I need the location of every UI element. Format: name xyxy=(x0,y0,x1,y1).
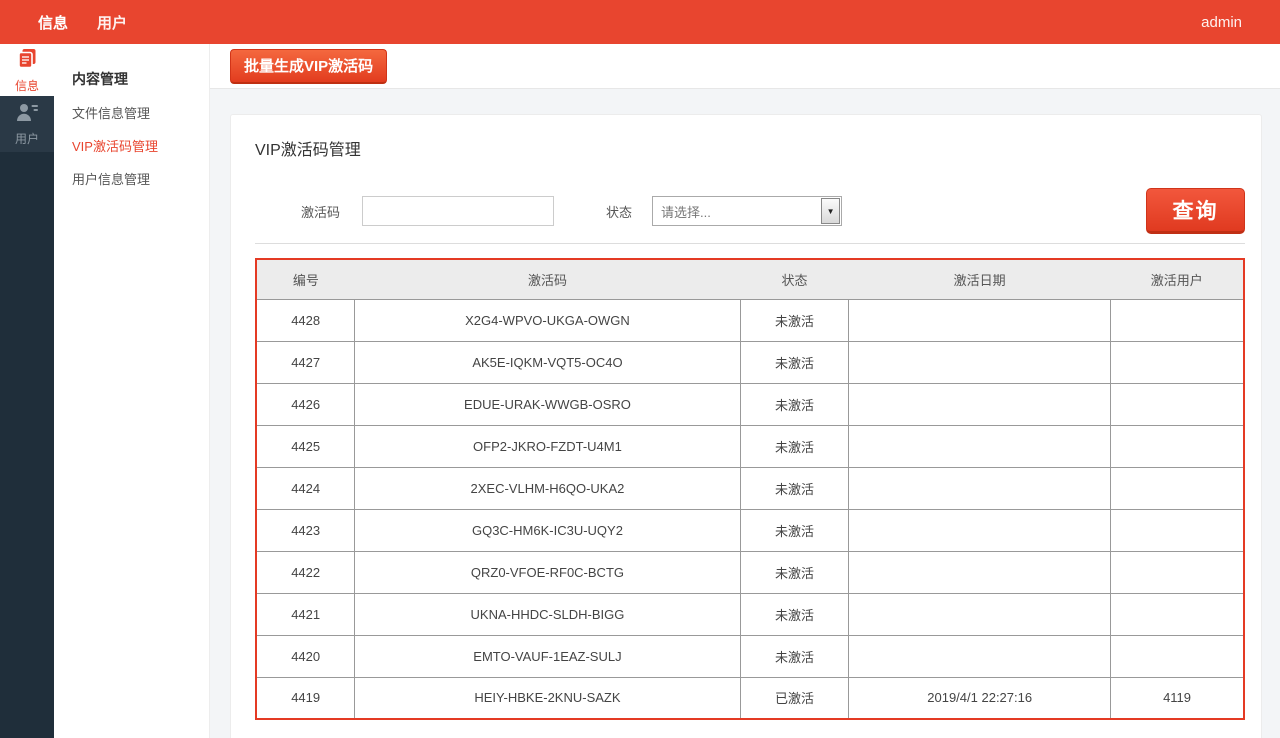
cell-user xyxy=(1111,341,1244,383)
current-user-label[interactable]: admin xyxy=(1201,14,1242,31)
cell-date xyxy=(849,341,1111,383)
cell-id: 4425 xyxy=(256,425,355,467)
cell-status: 已激活 xyxy=(740,677,849,719)
cell-status: 未激活 xyxy=(740,509,849,551)
table-header: 编号 激活码 状态 激活日期 激活用户 xyxy=(256,259,1244,299)
search-button[interactable]: 查询 xyxy=(1146,188,1245,234)
sidebar-item-vip-codes[interactable]: VIP激活码管理 xyxy=(72,139,209,155)
cell-code: UKNA-HHDC-SLDH-BIGG xyxy=(355,593,740,635)
cell-status: 未激活 xyxy=(740,593,849,635)
cell-date xyxy=(849,635,1111,677)
cell-user xyxy=(1111,425,1244,467)
cell-user xyxy=(1111,593,1244,635)
rail-item-users[interactable]: 用户 xyxy=(0,96,54,152)
table-row: 4423GQ3C-HM6K-IC3U-UQY2未激活 xyxy=(256,509,1244,551)
cell-user xyxy=(1111,299,1244,341)
cell-date xyxy=(849,425,1111,467)
header-activation-user: 激活用户 xyxy=(1111,259,1244,299)
cell-user: 4119 xyxy=(1111,677,1244,719)
rail-item-label: 信息 xyxy=(15,77,39,94)
top-menu-item-info[interactable]: 信息 xyxy=(38,12,68,33)
cell-code: X2G4-WPVO-UKGA-OWGN xyxy=(355,299,740,341)
cell-status: 未激活 xyxy=(740,341,849,383)
cell-date xyxy=(849,509,1111,551)
icon-rail: 信息 用户 xyxy=(0,44,54,738)
cell-status: 未激活 xyxy=(740,299,849,341)
cell-status: 未激活 xyxy=(740,551,849,593)
rail-item-label: 用户 xyxy=(15,130,39,147)
cell-status: 未激活 xyxy=(740,383,849,425)
table-row: 44242XEC-VLHM-H6QO-UKA2未激活 xyxy=(256,467,1244,509)
cell-user xyxy=(1111,635,1244,677)
table-row: 4422QRZ0-VFOE-RF0C-BCTG未激活 xyxy=(256,551,1244,593)
status-select[interactable]: 请选择... ▼ xyxy=(652,196,842,226)
chevron-down-icon[interactable]: ▼ xyxy=(821,198,840,224)
cell-code: AK5E-IQKM-VQT5-OC4O xyxy=(355,341,740,383)
top-menu: 信息 用户 xyxy=(38,12,127,33)
top-navbar: 信息 用户 admin xyxy=(0,0,1280,44)
status-label: 状态 xyxy=(606,202,632,221)
cell-id: 4426 xyxy=(256,383,355,425)
codes-table: 编号 激活码 状态 激活日期 激活用户 4428X2G4-WPVO-UKGA-O… xyxy=(255,258,1245,720)
sidebar-item-user-info[interactable]: 用户信息管理 xyxy=(72,172,209,188)
search-form: 激活码 状态 请选择... ▼ 查询 xyxy=(255,188,1245,234)
table-row: 4428X2G4-WPVO-UKGA-OWGN未激活 xyxy=(256,299,1244,341)
cell-id: 4421 xyxy=(256,593,355,635)
cell-code: OFP2-JKRO-FZDT-U4M1 xyxy=(355,425,740,467)
documents-icon xyxy=(16,47,38,74)
cell-date xyxy=(849,383,1111,425)
vip-codes-panel: VIP激活码管理 激活码 状态 请选择... ▼ 查询 编号 激活码 状态 xyxy=(230,114,1262,738)
cell-id: 4428 xyxy=(256,299,355,341)
header-activation-date: 激活日期 xyxy=(849,259,1111,299)
table-row: 4427AK5E-IQKM-VQT5-OC4O未激活 xyxy=(256,341,1244,383)
cell-code: 2XEC-VLHM-H6QO-UKA2 xyxy=(355,467,740,509)
cell-date xyxy=(849,467,1111,509)
cell-date xyxy=(849,593,1111,635)
cell-id: 4427 xyxy=(256,341,355,383)
sidebar-menu: 内容管理 文件信息管理 VIP激活码管理 用户信息管理 xyxy=(54,44,210,738)
table-row: 4420EMTO-VAUF-1EAZ-SULJ未激活 xyxy=(256,635,1244,677)
header-status: 状态 xyxy=(740,259,849,299)
action-toolbar: 批量生成VIP激活码 xyxy=(210,44,1280,89)
user-icon xyxy=(15,102,39,127)
activation-code-input[interactable] xyxy=(362,196,554,226)
top-menu-item-users[interactable]: 用户 xyxy=(97,12,127,33)
cell-date xyxy=(849,299,1111,341)
cell-user xyxy=(1111,383,1244,425)
cell-id: 4424 xyxy=(256,467,355,509)
rail-item-info[interactable]: 信息 xyxy=(0,44,54,96)
table-row: 4419HEIY-HBKE-2KNU-SAZK已激活2019/4/1 22:27… xyxy=(256,677,1244,719)
cell-code: HEIY-HBKE-2KNU-SAZK xyxy=(355,677,740,719)
cell-id: 4419 xyxy=(256,677,355,719)
table-row: 4426EDUE-URAK-WWGB-OSRO未激活 xyxy=(256,383,1244,425)
cell-user xyxy=(1111,551,1244,593)
cell-user xyxy=(1111,467,1244,509)
cell-code: EDUE-URAK-WWGB-OSRO xyxy=(355,383,740,425)
cell-id: 4420 xyxy=(256,635,355,677)
sidebar-section-title: 内容管理 xyxy=(72,69,209,89)
table-body: 4428X2G4-WPVO-UKGA-OWGN未激活4427AK5E-IQKM-… xyxy=(256,299,1244,719)
cell-status: 未激活 xyxy=(740,635,849,677)
section-divider xyxy=(255,243,1245,244)
cell-date xyxy=(849,551,1111,593)
cell-status: 未激活 xyxy=(740,467,849,509)
cell-id: 4423 xyxy=(256,509,355,551)
cell-code: QRZ0-VFOE-RF0C-BCTG xyxy=(355,551,740,593)
activation-code-label: 激活码 xyxy=(301,202,340,221)
cell-status: 未激活 xyxy=(740,425,849,467)
cell-id: 4422 xyxy=(256,551,355,593)
header-code: 激活码 xyxy=(355,259,740,299)
sidebar-item-file-info[interactable]: 文件信息管理 xyxy=(72,106,209,122)
cell-code: GQ3C-HM6K-IC3U-UQY2 xyxy=(355,509,740,551)
status-select-value: 请选择... xyxy=(653,202,821,221)
cell-user xyxy=(1111,509,1244,551)
table-row: 4421UKNA-HHDC-SLDH-BIGG未激活 xyxy=(256,593,1244,635)
cell-date: 2019/4/1 22:27:16 xyxy=(849,677,1111,719)
main-content: 批量生成VIP激活码 VIP激活码管理 激活码 状态 请选择... ▼ 查询 编… xyxy=(210,44,1280,738)
batch-generate-button[interactable]: 批量生成VIP激活码 xyxy=(230,49,387,84)
cell-code: EMTO-VAUF-1EAZ-SULJ xyxy=(355,635,740,677)
table-row: 4425OFP2-JKRO-FZDT-U4M1未激活 xyxy=(256,425,1244,467)
page-title: VIP激活码管理 xyxy=(255,115,1245,160)
header-id: 编号 xyxy=(256,259,355,299)
